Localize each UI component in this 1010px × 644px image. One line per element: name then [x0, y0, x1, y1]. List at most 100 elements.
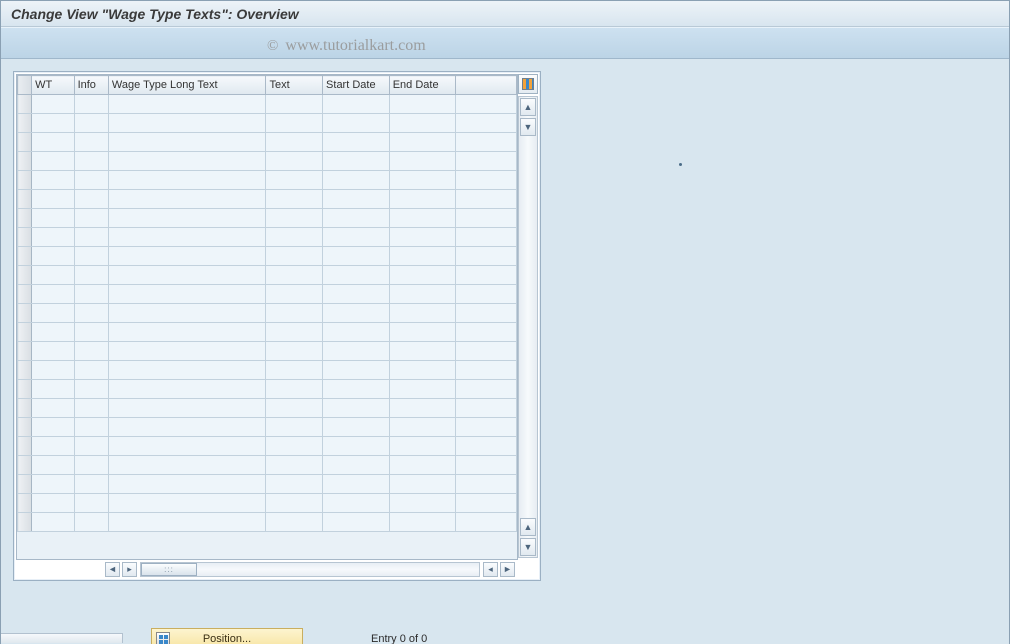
cell-info[interactable] [74, 247, 108, 266]
cell-text[interactable] [266, 323, 323, 342]
cell-start-date[interactable] [323, 190, 390, 209]
cell-info[interactable] [74, 380, 108, 399]
cell-text[interactable] [266, 114, 323, 133]
row-selector[interactable] [18, 285, 32, 304]
row-selector[interactable] [18, 418, 32, 437]
cell-end-date[interactable] [389, 494, 456, 513]
cell-start-date[interactable] [323, 323, 390, 342]
cell-long[interactable] [108, 361, 266, 380]
row-selector[interactable] [18, 152, 32, 171]
cell-info[interactable] [74, 266, 108, 285]
cell-wt[interactable] [32, 494, 74, 513]
cell-wt[interactable] [32, 247, 74, 266]
scroll-down-step-button[interactable]: ▼ [520, 118, 536, 136]
cell-start-date[interactable] [323, 247, 390, 266]
row-selector[interactable] [18, 304, 32, 323]
cell-wt[interactable] [32, 190, 74, 209]
row-selector[interactable] [18, 114, 32, 133]
cell-info[interactable] [74, 152, 108, 171]
scroll-left-button[interactable]: ▸ [122, 562, 137, 577]
cell-end-date[interactable] [389, 418, 456, 437]
cell-info[interactable] [74, 114, 108, 133]
cell-start-date[interactable] [323, 266, 390, 285]
cell-wt[interactable] [32, 361, 74, 380]
cell-long[interactable] [108, 513, 266, 532]
cell-wt[interactable] [32, 399, 74, 418]
column-text[interactable]: Text [266, 76, 323, 95]
cell-text[interactable] [266, 304, 323, 323]
cell-start-date[interactable] [323, 513, 390, 532]
cell-text[interactable] [266, 494, 323, 513]
vertical-scrollbar[interactable]: ▲ ▼ ▲ ▼ [518, 96, 538, 558]
cell-long[interactable] [108, 342, 266, 361]
cell-start-date[interactable] [323, 399, 390, 418]
cell-long[interactable] [108, 399, 266, 418]
cell-text[interactable] [266, 342, 323, 361]
cell-long[interactable] [108, 190, 266, 209]
cell-wt[interactable] [32, 304, 74, 323]
row-selector[interactable] [18, 361, 32, 380]
cell-long[interactable] [108, 95, 266, 114]
cell-wt[interactable] [32, 380, 74, 399]
cell-info[interactable] [74, 437, 108, 456]
cell-long[interactable] [108, 456, 266, 475]
scroll-up-button[interactable]: ▲ [520, 98, 536, 116]
cell-start-date[interactable] [323, 152, 390, 171]
cell-wt[interactable] [32, 342, 74, 361]
cell-wt[interactable] [32, 418, 74, 437]
cell-start-date[interactable] [323, 494, 390, 513]
cell-text[interactable] [266, 209, 323, 228]
cell-start-date[interactable] [323, 228, 390, 247]
cell-start-date[interactable] [323, 380, 390, 399]
row-selector[interactable] [18, 228, 32, 247]
table-settings-button[interactable] [518, 74, 538, 94]
row-selector[interactable] [18, 247, 32, 266]
cell-wt[interactable] [32, 456, 74, 475]
cell-start-date[interactable] [323, 133, 390, 152]
scroll-right-button[interactable]: ◂ [483, 562, 498, 577]
column-info[interactable]: Info [74, 76, 108, 95]
cell-text[interactable] [266, 513, 323, 532]
cell-info[interactable] [74, 228, 108, 247]
cell-wt[interactable] [32, 266, 74, 285]
cell-wt[interactable] [32, 437, 74, 456]
cell-wt[interactable] [32, 513, 74, 532]
cell-long[interactable] [108, 228, 266, 247]
cell-end-date[interactable] [389, 437, 456, 456]
cell-end-date[interactable] [389, 475, 456, 494]
row-selector[interactable] [18, 266, 32, 285]
cell-info[interactable] [74, 171, 108, 190]
row-selector[interactable] [18, 190, 32, 209]
cell-end-date[interactable] [389, 190, 456, 209]
cell-text[interactable] [266, 190, 323, 209]
cell-text[interactable] [266, 152, 323, 171]
row-selector[interactable] [18, 209, 32, 228]
row-selector[interactable] [18, 475, 32, 494]
cell-long[interactable] [108, 323, 266, 342]
cell-end-date[interactable] [389, 247, 456, 266]
cell-long[interactable] [108, 133, 266, 152]
cell-end-date[interactable] [389, 114, 456, 133]
cell-long[interactable] [108, 418, 266, 437]
cell-end-date[interactable] [389, 171, 456, 190]
cell-start-date[interactable] [323, 475, 390, 494]
cell-wt[interactable] [32, 285, 74, 304]
scroll-down-button[interactable]: ▼ [520, 538, 536, 556]
cell-end-date[interactable] [389, 380, 456, 399]
scroll-first-button[interactable]: ◄ [105, 562, 120, 577]
cell-text[interactable] [266, 437, 323, 456]
cell-info[interactable] [74, 456, 108, 475]
cell-info[interactable] [74, 475, 108, 494]
row-selector[interactable] [18, 494, 32, 513]
cell-info[interactable] [74, 133, 108, 152]
column-wt[interactable]: WT [32, 76, 74, 95]
cell-info[interactable] [74, 209, 108, 228]
hscroll-thumb[interactable]: ::: [141, 563, 197, 576]
cell-info[interactable] [74, 494, 108, 513]
cell-start-date[interactable] [323, 342, 390, 361]
cell-wt[interactable] [32, 475, 74, 494]
cell-start-date[interactable] [323, 418, 390, 437]
cell-wt[interactable] [32, 228, 74, 247]
cell-long[interactable] [108, 380, 266, 399]
cell-wt[interactable] [32, 152, 74, 171]
